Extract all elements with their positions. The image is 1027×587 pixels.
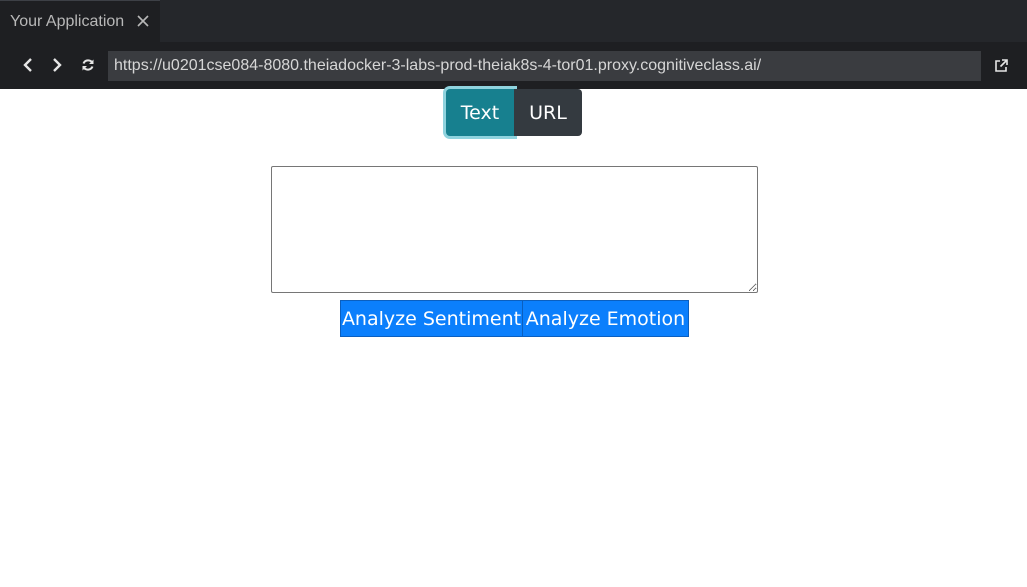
external-link-icon[interactable] bbox=[993, 58, 1009, 74]
analyze-sentiment-button[interactable]: Analyze Sentiment bbox=[340, 300, 523, 337]
chevron-right-icon bbox=[53, 58, 62, 72]
chevron-left-icon bbox=[23, 58, 32, 72]
tab-your-application[interactable]: Your Application bbox=[0, 0, 160, 42]
analyze-emotion-button[interactable]: Analyze Emotion bbox=[523, 300, 689, 337]
url-bar[interactable]: https://u0201cse084-8080.theiadocker-3-l… bbox=[108, 51, 981, 81]
back-button[interactable] bbox=[20, 56, 36, 74]
forward-button[interactable] bbox=[49, 56, 65, 74]
reload-icon bbox=[82, 59, 94, 71]
analyze-button-group: Analyze Sentiment Analyze Emotion bbox=[340, 300, 689, 337]
tab-strip: Your Application bbox=[0, 0, 1027, 42]
close-icon[interactable] bbox=[136, 14, 150, 28]
reload-button[interactable] bbox=[80, 56, 96, 74]
url-text: https://u0201cse084-8080.theiadocker-3-l… bbox=[114, 57, 762, 74]
url-mode-button[interactable]: URL bbox=[514, 89, 582, 136]
browser-nav-bar: https://u0201cse084-8080.theiadocker-3-l… bbox=[0, 42, 1027, 89]
tab-title: Your Application bbox=[10, 12, 125, 30]
input-mode-toggle: Text URL bbox=[446, 89, 582, 136]
text-mode-button[interactable]: Text bbox=[446, 89, 514, 136]
text-input[interactable] bbox=[271, 166, 758, 293]
